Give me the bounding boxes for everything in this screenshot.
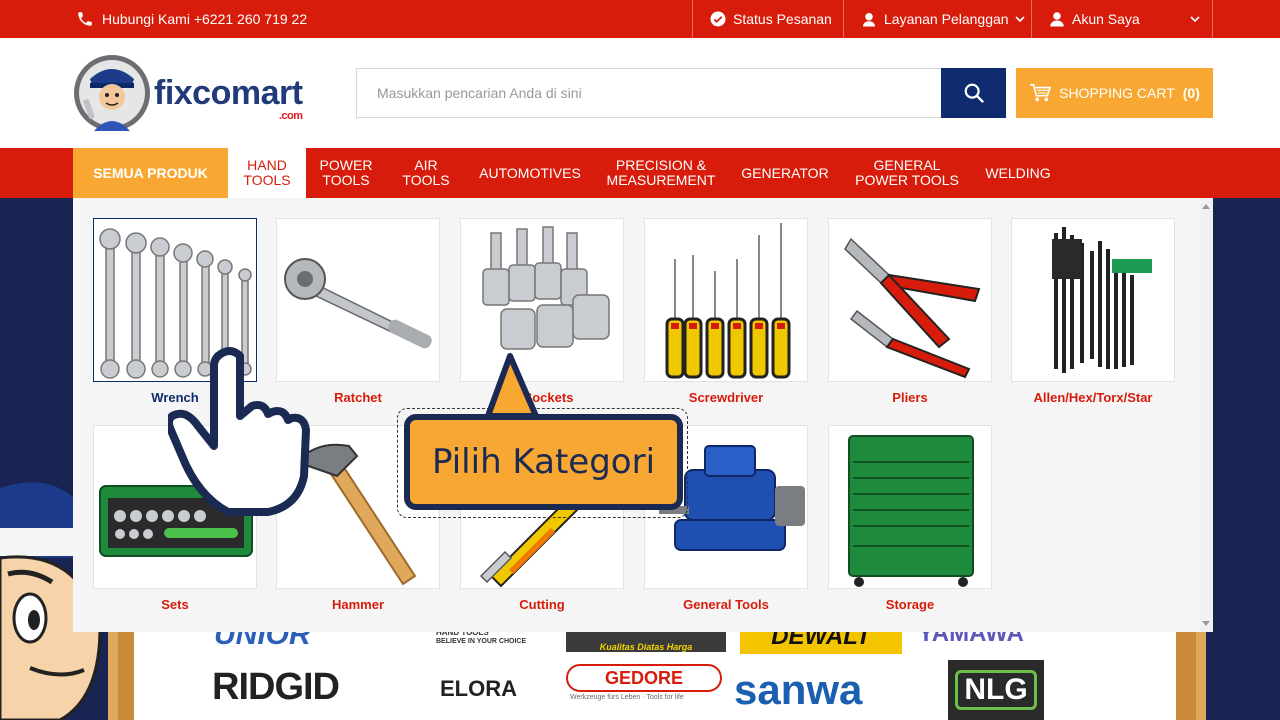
brand-gedore-tagline: Werkzeuge fürs Leben · Tools for life bbox=[570, 694, 684, 701]
chevron-down-icon bbox=[1014, 16, 1025, 23]
nav-general-power-tools[interactable]: GENERAL POWER TOOLS bbox=[842, 148, 972, 198]
category-label[interactable]: Cutting bbox=[460, 597, 624, 612]
dropdown-scrollbar[interactable] bbox=[1199, 198, 1213, 632]
shopping-cart-button[interactable]: SHOPPING CART (0) bbox=[1016, 68, 1213, 118]
brand-nlg: NLG bbox=[955, 670, 1037, 710]
brand-sanwa: sanwa bbox=[734, 666, 863, 713]
customer-service-label: Layanan Pelanggan bbox=[884, 11, 1009, 27]
category-image[interactable] bbox=[828, 218, 992, 382]
scroll-down-arrow-icon[interactable] bbox=[1202, 621, 1210, 626]
tool-cabinet-icon bbox=[848, 435, 974, 587]
brand-gedore: GEDORE bbox=[604, 667, 683, 688]
nav-power-tools[interactable]: POWER TOOLS bbox=[306, 148, 386, 198]
category-allen-hex-torx-star[interactable]: Allen/Hex/Torx/Star bbox=[1011, 218, 1175, 405]
pointing-hand-icon bbox=[168, 347, 310, 516]
contact-phone-label: Hubungi Kami +6221 260 719 22 bbox=[102, 11, 308, 27]
phone-icon bbox=[78, 12, 92, 26]
mascot-logo-icon bbox=[74, 55, 150, 131]
brand-logos: UNIOR HAND TOOLS BELIEVE IN YOUR CHOICE … bbox=[134, 618, 1176, 720]
contact-phone[interactable]: Hubungi Kami +6221 260 719 22 bbox=[76, 0, 307, 38]
headset-icon bbox=[863, 13, 875, 27]
callout-pointer-icon bbox=[485, 353, 539, 419]
nav-air-tools[interactable]: AIR TOOLS bbox=[386, 148, 466, 198]
chevron-down-icon bbox=[1190, 16, 1200, 23]
search-input[interactable]: Masukkan pencarian Anda di sini bbox=[356, 68, 942, 118]
check-circle-icon bbox=[710, 11, 726, 27]
category-image[interactable] bbox=[828, 425, 992, 589]
brand-gedore-badge: GEDORE bbox=[566, 664, 722, 692]
category-label[interactable]: Storage bbox=[828, 597, 992, 612]
category-label[interactable]: Sets bbox=[93, 597, 257, 612]
category-image[interactable] bbox=[1011, 218, 1175, 382]
account-menu[interactable]: Akun Saya bbox=[1031, 0, 1213, 38]
order-status-label: Status Pesanan bbox=[733, 11, 832, 27]
category-label[interactable]: Pliers bbox=[828, 390, 992, 405]
nav-welding[interactable]: WELDING bbox=[972, 148, 1064, 198]
nav-automotives[interactable]: AUTOMOTIVES bbox=[466, 148, 594, 198]
cart-icon bbox=[1030, 84, 1052, 102]
cart-count: (0) bbox=[1182, 85, 1200, 101]
category-label[interactable]: Allen/Hex/Torx/Star bbox=[1011, 390, 1175, 405]
brand-kyc-tagline: Kualitas Diatas Harga bbox=[599, 642, 693, 652]
brand-nlg-badge: NLG bbox=[948, 660, 1044, 720]
category-pliers[interactable]: Pliers bbox=[828, 218, 992, 405]
cart-label: SHOPPING CART bbox=[1059, 85, 1175, 101]
nav-generator[interactable]: GENERATOR bbox=[728, 148, 842, 198]
site-header: fixcomart .com Masukkan pencarian Anda d… bbox=[0, 38, 1280, 148]
category-label[interactable]: Hammer bbox=[276, 597, 440, 612]
search-button[interactable] bbox=[941, 68, 1006, 118]
category-screwdriver[interactable]: Screwdriver bbox=[644, 218, 808, 405]
screwdriver-icon bbox=[665, 223, 791, 379]
search-icon bbox=[964, 83, 984, 104]
callout-tooltip: Pilih Kategori bbox=[404, 414, 683, 510]
nav-precision-measurement[interactable]: PRECISION & MEASUREMENT bbox=[594, 148, 728, 198]
brand-handtools-line2: BELIEVE IN YOUR CHOICE bbox=[436, 638, 527, 645]
order-status-link[interactable]: Status Pesanan bbox=[692, 0, 843, 38]
hex-key-icon bbox=[1052, 227, 1152, 373]
logo-wordmark-main: fixcomart bbox=[154, 73, 303, 112]
nav-hand-tools[interactable]: HAND TOOLS bbox=[228, 148, 306, 198]
top-bar: Hubungi Kami +6221 260 719 22 Status Pes… bbox=[0, 0, 1280, 38]
account-label: Akun Saya bbox=[1072, 11, 1140, 27]
brand-elora: ELORA bbox=[440, 676, 517, 701]
user-icon bbox=[1050, 12, 1064, 27]
customer-service-menu[interactable]: Layanan Pelanggan bbox=[843, 0, 1031, 38]
logo-wordmark-sub: .com bbox=[278, 109, 303, 122]
scroll-up-arrow-icon[interactable] bbox=[1202, 204, 1210, 209]
logo-wordmark: fixcomart .com bbox=[154, 73, 303, 122]
category-image[interactable] bbox=[644, 218, 808, 382]
nav-all-products[interactable]: SEMUA PRODUK bbox=[73, 148, 228, 198]
brand-ridgid: RIDGID bbox=[212, 666, 340, 708]
category-label[interactable]: General Tools bbox=[644, 597, 808, 612]
site-logo[interactable]: fixcomart .com bbox=[72, 53, 312, 133]
category-storage[interactable]: Storage bbox=[828, 425, 992, 612]
pliers-icon bbox=[844, 237, 981, 379]
search-placeholder: Masukkan pencarian Anda di sini bbox=[377, 85, 582, 101]
main-navigation: SEMUA PRODUK HAND TOOLS POWER TOOLS AIR … bbox=[0, 148, 1280, 198]
category-label[interactable]: Screwdriver bbox=[644, 390, 808, 405]
